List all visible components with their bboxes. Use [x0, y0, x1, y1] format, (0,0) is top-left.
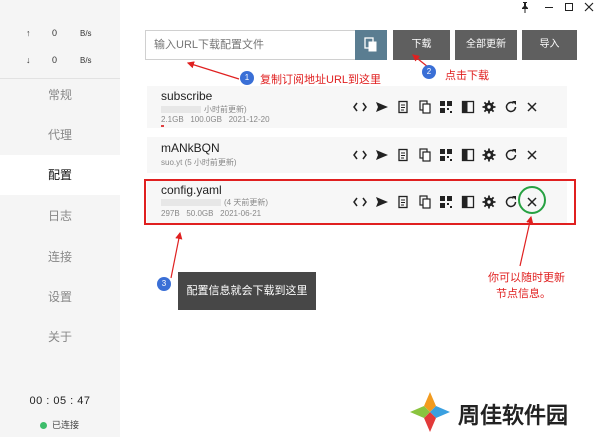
refresh-note-line-2: 节点信息。	[496, 288, 551, 300]
step-1-text: 复制订阅地址URL到这里	[260, 74, 382, 86]
watermark-logo	[410, 392, 450, 432]
watermark-text: 周佳软件园	[458, 404, 569, 429]
step-2-text: 点击下载	[445, 70, 489, 82]
refresh-note-line-1: 你可以随时更新	[488, 272, 565, 284]
step-3-badge: 3	[157, 277, 171, 291]
step-3-tooltip: 配置信息就会下载到这里	[178, 272, 316, 310]
step-1-badge: 1	[240, 71, 254, 85]
watermark: 周佳软件园	[408, 390, 568, 439]
annotation-arrows	[170, 54, 534, 279]
step-2-badge: 2	[422, 65, 436, 79]
